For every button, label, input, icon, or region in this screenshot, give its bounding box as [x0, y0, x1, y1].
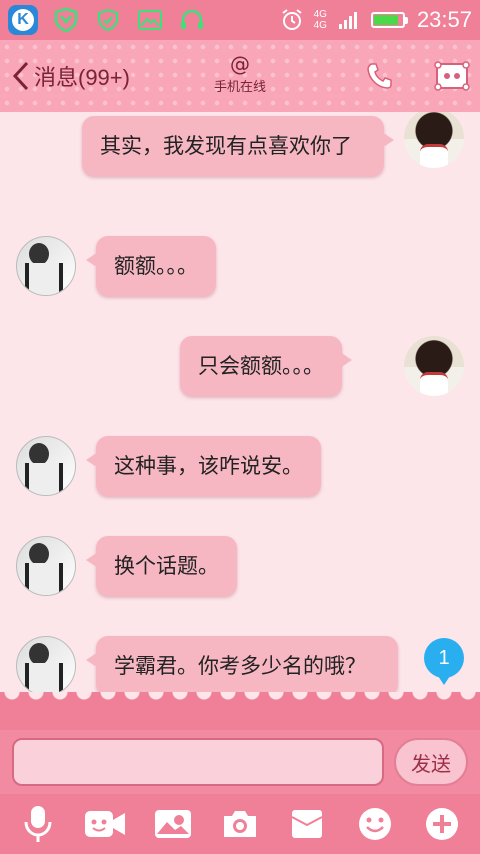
alarm-icon	[278, 6, 306, 34]
message-button[interactable]	[283, 800, 331, 848]
contact-card-button[interactable]	[434, 58, 470, 94]
picture-button[interactable]	[149, 800, 197, 848]
emoji-icon	[358, 808, 391, 840]
headset-icon	[178, 6, 206, 34]
camera-button[interactable]	[216, 800, 264, 848]
voice-button[interactable]	[14, 800, 62, 848]
network-bottom-label: 4G	[313, 20, 327, 31]
composer: 发送	[0, 730, 480, 794]
my-avatar[interactable]	[404, 336, 464, 396]
message-text: 换个话题。	[114, 554, 219, 578]
message-bubble-incoming[interactable]: 这种事，该咋说安。	[86, 436, 321, 496]
contact-card-icon	[434, 61, 470, 91]
video-icon	[85, 811, 126, 837]
chat-header: 消息(99+) @ 手机在线	[0, 40, 480, 112]
contact-avatar[interactable]	[16, 636, 76, 696]
shield-check-icon	[94, 6, 122, 34]
battery-icon	[370, 12, 408, 28]
envelope-icon	[291, 810, 323, 838]
emoji-button[interactable]	[351, 800, 399, 848]
clock: 23:57	[416, 7, 472, 32]
send-button[interactable]: 发送	[394, 738, 468, 786]
message-bubble-outgoing[interactable]: 只会额额。。。	[180, 336, 352, 396]
camera-icon	[223, 811, 256, 837]
picture-icon	[154, 810, 191, 838]
status-bar: K 4G 4G 23:57	[0, 0, 480, 40]
message-text: 学霸君。你考多少名的哦？	[114, 654, 366, 678]
plus-icon	[426, 808, 459, 840]
phone-button[interactable]	[362, 58, 398, 94]
message-bubble-incoming[interactable]: 换个话题。	[86, 536, 237, 596]
more-button[interactable]	[418, 800, 466, 848]
contact-avatar[interactable]	[16, 436, 76, 496]
shield-icon	[52, 6, 80, 34]
k-app-icon: K	[8, 5, 38, 35]
unread-badge[interactable]: 1	[424, 638, 464, 685]
message-text: 只会额额。。。	[198, 354, 324, 378]
chevron-left-icon	[12, 61, 29, 91]
network-type: 4G 4G	[314, 9, 327, 31]
signal-icon	[335, 6, 363, 34]
phone-icon	[367, 63, 392, 89]
message-bubble-outgoing[interactable]: 其实，我发现有点喜欢你了	[82, 116, 394, 176]
contact-avatar[interactable]	[16, 236, 76, 296]
contact-avatar[interactable]	[16, 536, 76, 596]
video-button[interactable]	[81, 800, 129, 848]
image-icon	[136, 6, 164, 34]
message-list[interactable]: 其实，我发现有点喜欢你了 额额。。。 只会额额。。。 这种事，该咋说安。 换个话…	[0, 112, 480, 702]
message-text: 其实，我发现有点喜欢你了	[100, 134, 352, 158]
input-toolbar	[0, 794, 480, 854]
message-input[interactable]	[12, 738, 384, 786]
message-text: 这种事，该咋说安。	[114, 454, 303, 478]
my-avatar[interactable]	[404, 112, 464, 168]
network-top-label: 4G	[313, 9, 327, 20]
battery-level	[373, 15, 398, 25]
back-label: 消息(99+)	[34, 65, 130, 90]
microphone-icon	[24, 806, 52, 842]
message-bubble-incoming[interactable]: 学霸君。你考多少名的哦？	[86, 636, 398, 696]
message-text: 额额。。。	[114, 254, 198, 278]
back-button[interactable]: 消息(99+)	[10, 60, 130, 92]
message-bubble-incoming[interactable]: 额额。。。	[86, 236, 216, 296]
